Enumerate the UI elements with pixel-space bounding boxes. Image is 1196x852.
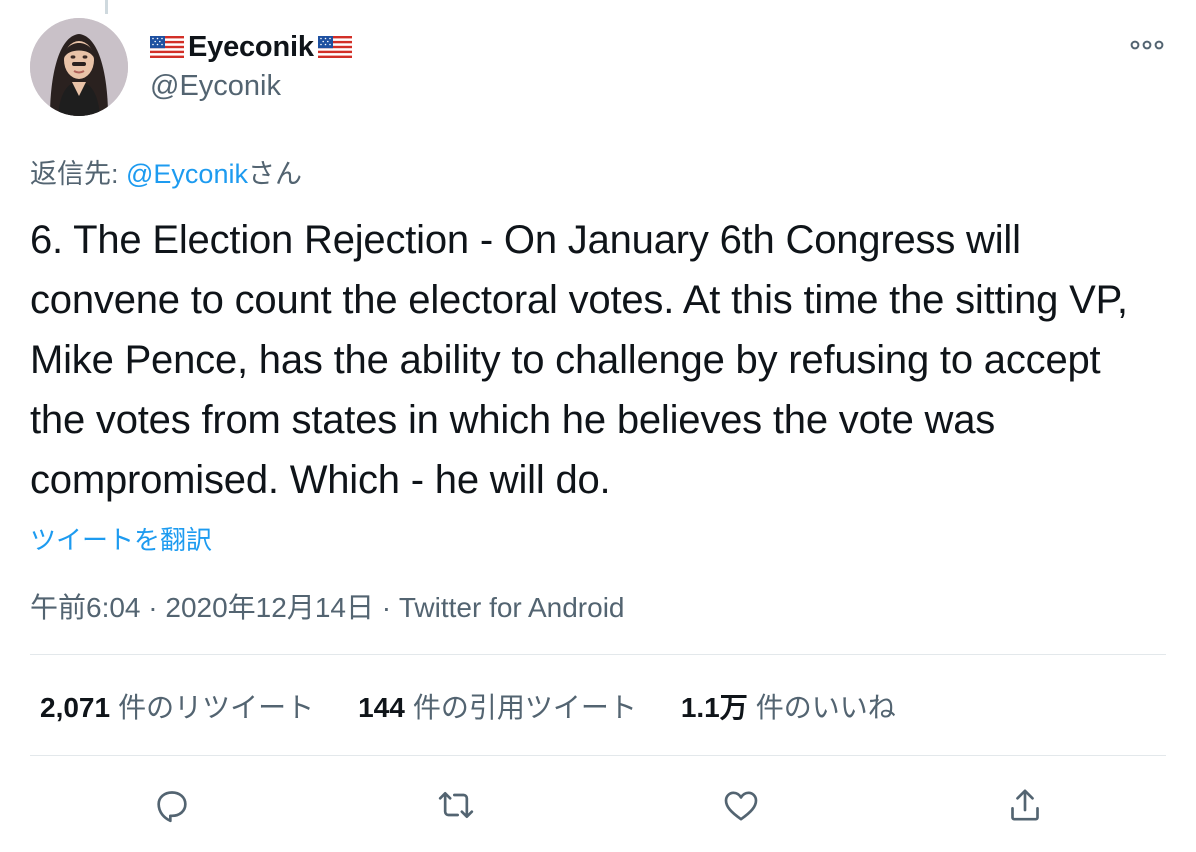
author-name-row[interactable]: Eyeconik (150, 30, 352, 64)
retweets-label: 件のリツイート (118, 692, 315, 723)
us-flag-icon (317, 36, 352, 58)
like-button[interactable] (716, 780, 766, 830)
divider (30, 654, 1166, 655)
retweet-icon (438, 792, 474, 818)
likes-label: 件のいいね (755, 692, 896, 723)
more-options-button[interactable] (1128, 34, 1166, 56)
likes-stat[interactable]: 1.1万 件のいいね (681, 686, 896, 726)
divider (30, 755, 1166, 756)
likes-count: 1.1万 (680, 692, 748, 723)
retweets-stat[interactable]: 2,071 件のリツイート (40, 686, 314, 726)
tweet-timestamp[interactable]: 午前6:04 · 2020年12月14日 · Twitter for Andro… (30, 586, 625, 626)
reply-mention-link[interactable]: @Eyconik (126, 159, 248, 189)
reply-to-suffix: さん (247, 159, 302, 189)
more-horizontal-icon (1130, 40, 1164, 50)
reply-to-line: 返信先: @Eyconikさん (30, 152, 302, 191)
retweets-count: 2,071 (40, 692, 111, 723)
tweet-text: 6. The Election Rejection - On January 6… (30, 218, 1128, 502)
share-upload-icon (1011, 789, 1039, 821)
share-button[interactable] (1000, 780, 1050, 830)
translate-tweet-link[interactable]: ツイートを翻訳 (30, 520, 212, 557)
tweet-actions-bar (30, 780, 1166, 830)
display-name[interactable]: Eyeconik (188, 31, 314, 64)
user-handle[interactable]: @Eyconik (150, 70, 281, 103)
us-flag-icon (150, 36, 184, 58)
avatar-image (30, 18, 128, 116)
thread-connector-line (105, 0, 108, 14)
quotes-label: 件の引用ツイート (412, 692, 637, 723)
quotes-count: 144 (358, 692, 405, 723)
heart-icon (724, 791, 758, 821)
reply-button[interactable] (147, 780, 197, 830)
engagement-stats: 2,071 件のリツイート 144 件の引用ツイート 1.1万 件のいいね (40, 686, 940, 726)
reply-to-prefix: 返信先: (30, 159, 127, 189)
quotes-stat[interactable]: 144 件の引用ツイート (358, 686, 637, 726)
avatar[interactable] (30, 18, 128, 116)
reply-bubble-icon (157, 791, 187, 823)
retweet-button[interactable] (431, 780, 481, 830)
